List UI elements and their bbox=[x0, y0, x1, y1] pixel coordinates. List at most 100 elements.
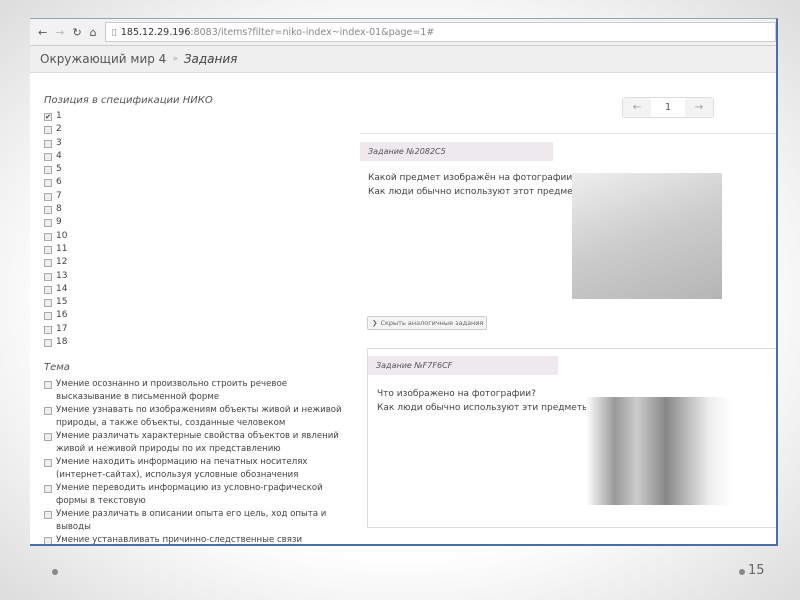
topic-label: Умение переводить информацию из условно-… bbox=[56, 483, 323, 507]
chevron-down-icon: ❯ bbox=[372, 319, 378, 327]
task-question: Какой предмет изображён на фотографии? bbox=[368, 173, 577, 183]
position-label: 13 bbox=[56, 270, 68, 281]
forward-icon[interactable]: → bbox=[55, 26, 64, 39]
position-label: 17 bbox=[56, 323, 68, 334]
position-label: 8 bbox=[56, 204, 62, 215]
position-checkbox[interactable]: 3 bbox=[44, 138, 344, 151]
hide-similar-label: Скрыть аналогичные задания bbox=[380, 319, 484, 327]
slide-number: 15 bbox=[748, 563, 765, 578]
position-label: 16 bbox=[56, 310, 68, 321]
breadcrumb-section: Задания bbox=[183, 52, 238, 66]
topic-label: Умение находить информацию на печатных н… bbox=[56, 457, 308, 481]
topic-checkbox[interactable]: Умение устанавливать причинно-следственн… bbox=[44, 534, 344, 546]
position-checkbox[interactable]: 13 bbox=[44, 271, 344, 284]
hide-similar-button[interactable]: ❯ Скрыть аналогичные задания bbox=[367, 316, 487, 330]
topic-label: Умение устанавливать причинно-следственн… bbox=[56, 535, 303, 546]
checkbox[interactable] bbox=[44, 272, 52, 281]
position-checkbox[interactable]: 11 bbox=[44, 244, 344, 257]
topic-label: Умение различать в описании опыта его це… bbox=[56, 509, 327, 533]
checkbox[interactable] bbox=[44, 299, 52, 308]
divider bbox=[360, 133, 776, 134]
reload-icon[interactable]: ↻ bbox=[72, 26, 81, 39]
position-checkbox[interactable]: 8 bbox=[44, 204, 344, 217]
task-question: Как люди обычно используют эти предметы? bbox=[377, 403, 594, 413]
position-checkbox[interactable]: 10 bbox=[44, 231, 344, 244]
position-label: 15 bbox=[56, 297, 68, 308]
position-checkbox[interactable]: 16 bbox=[44, 310, 344, 323]
position-label: 11 bbox=[56, 243, 68, 254]
topic-filter-title: Тема bbox=[44, 362, 70, 374]
topic-checkbox[interactable]: Умение находить информацию на печатных н… bbox=[44, 456, 344, 482]
position-label: 9 bbox=[56, 217, 62, 228]
position-label: 14 bbox=[56, 283, 68, 294]
checkbox[interactable] bbox=[44, 381, 52, 390]
position-checkbox[interactable]: 12 bbox=[44, 257, 344, 270]
checkbox[interactable]: ✔ bbox=[44, 113, 52, 121]
position-checkbox[interactable]: 17 bbox=[44, 324, 344, 337]
position-label: 10 bbox=[56, 230, 68, 241]
page-icon: ▯ bbox=[111, 26, 117, 38]
back-icon[interactable]: ← bbox=[38, 26, 47, 39]
checkbox[interactable] bbox=[44, 511, 52, 520]
checkbox[interactable] bbox=[44, 339, 52, 348]
checkbox[interactable] bbox=[44, 179, 52, 188]
page-number[interactable]: 1 bbox=[651, 98, 685, 117]
topic-checkbox[interactable]: Умение узнавать по изображениям объекты … bbox=[44, 404, 344, 430]
slide-bullet bbox=[52, 569, 58, 575]
position-label: 5 bbox=[56, 164, 62, 175]
position-checkbox[interactable]: 7 bbox=[44, 191, 344, 204]
breadcrumb-separator: » bbox=[172, 54, 178, 64]
task-question: Что изображено на фотографии? bbox=[377, 389, 536, 399]
position-checkbox[interactable]: 15 bbox=[44, 297, 344, 310]
checkbox[interactable] bbox=[44, 152, 52, 161]
topic-checkbox[interactable]: Умение осознанно и произвольно строить р… bbox=[44, 378, 344, 404]
slide-bullet bbox=[739, 569, 745, 575]
task-title: Задание №2082C5 bbox=[360, 142, 553, 161]
checkbox[interactable] bbox=[44, 537, 52, 544]
position-checkbox[interactable]: ✔ 1 bbox=[44, 111, 344, 124]
checkbox[interactable] bbox=[44, 285, 52, 294]
topic-checkbox[interactable]: Умение различать в описании опыта его це… bbox=[44, 508, 344, 534]
url-path: :8083/items?filter=niko-index~index-01&p… bbox=[190, 26, 435, 38]
home-icon[interactable]: ⌂ bbox=[90, 26, 97, 39]
browser-toolbar: ← → ↻ ⌂ ▯ 185.12.29.196:8083/items?filter… bbox=[30, 19, 776, 46]
sewing-machine-image bbox=[572, 173, 722, 299]
position-label: 12 bbox=[56, 257, 68, 268]
breadcrumb-subject[interactable]: Окружающий мир 4 bbox=[40, 52, 166, 66]
prev-page-button[interactable]: ← bbox=[623, 98, 651, 117]
position-label: 4 bbox=[56, 150, 62, 161]
position-checkbox[interactable]: 6 bbox=[44, 177, 344, 190]
checkbox[interactable] bbox=[44, 407, 52, 416]
topic-checkbox[interactable]: Умение различать характерные свойства об… bbox=[44, 430, 344, 456]
checkbox[interactable] bbox=[44, 259, 52, 268]
position-checkbox[interactable]: 9 bbox=[44, 217, 344, 230]
position-checkbox[interactable]: 2 bbox=[44, 124, 344, 137]
position-label: 7 bbox=[56, 190, 62, 201]
position-checkbox[interactable]: 18 bbox=[44, 337, 344, 350]
checkbox[interactable] bbox=[44, 139, 52, 148]
checkbox[interactable] bbox=[44, 459, 52, 468]
position-checkbox[interactable]: 5 bbox=[44, 164, 344, 177]
checkbox[interactable] bbox=[44, 245, 52, 254]
checkbox[interactable] bbox=[44, 126, 52, 135]
position-label: 18 bbox=[56, 337, 68, 348]
checkbox[interactable] bbox=[44, 192, 52, 201]
url-host: 185.12.29.196 bbox=[120, 26, 191, 38]
checkbox[interactable] bbox=[44, 433, 52, 442]
position-label: 1 bbox=[56, 111, 62, 121]
topic-checkbox[interactable]: Умение переводить информацию из условно-… bbox=[44, 482, 344, 508]
position-checkbox[interactable]: 4 bbox=[44, 151, 344, 164]
checkbox[interactable] bbox=[44, 232, 52, 241]
filter-panel: Позиция в спецификации НИКО ✔ 1 2 3 4 5 6 7 8 9 10… bbox=[44, 93, 344, 546]
browser-screenshot: ← → ↻ ⌂ ▯ 185.12.29.196:8083/items?filter… bbox=[30, 18, 778, 546]
checkbox[interactable] bbox=[44, 166, 52, 175]
checkbox[interactable] bbox=[44, 325, 52, 334]
position-checkbox[interactable]: 14 bbox=[44, 284, 344, 297]
checkbox[interactable] bbox=[44, 485, 52, 494]
address-bar[interactable]: ▯ 185.12.29.196:8083/items?filter=niko-in… bbox=[104, 22, 776, 42]
checkbox[interactable] bbox=[44, 219, 52, 228]
checkbox[interactable] bbox=[44, 206, 52, 215]
checkbox[interactable] bbox=[44, 312, 52, 321]
topic-label: Умение осознанно и произвольно строить р… bbox=[56, 379, 287, 403]
next-page-button[interactable]: → bbox=[685, 98, 713, 117]
